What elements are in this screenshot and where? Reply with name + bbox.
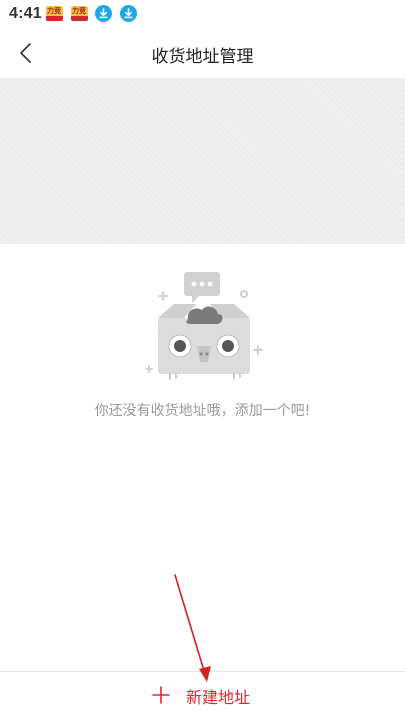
banner-placeholder [0, 78, 405, 244]
bottom-bar: 新建地址 [0, 671, 405, 720]
status-bar: 4:41 力竞 力竞 [0, 0, 405, 28]
download-icon [95, 5, 112, 22]
status-time: 4:41 [9, 5, 42, 22]
page-title: 收货地址管理 [151, 47, 254, 67]
add-address-label: 新建地址 [186, 688, 251, 707]
empty-box-mascot-icon [145, 272, 263, 380]
plus-icon [152, 686, 170, 704]
nav-bar: 收货地址管理 [0, 28, 405, 78]
empty-state-message: 你还没有收货地址哦，添加一个吧! [94, 403, 311, 419]
add-address-button[interactable]: 新建地址 [120, 672, 285, 720]
download-icon [120, 5, 137, 22]
app-badge-icon: 力竞 [71, 6, 88, 21]
app-badge-icon: 力竞 [46, 6, 63, 21]
